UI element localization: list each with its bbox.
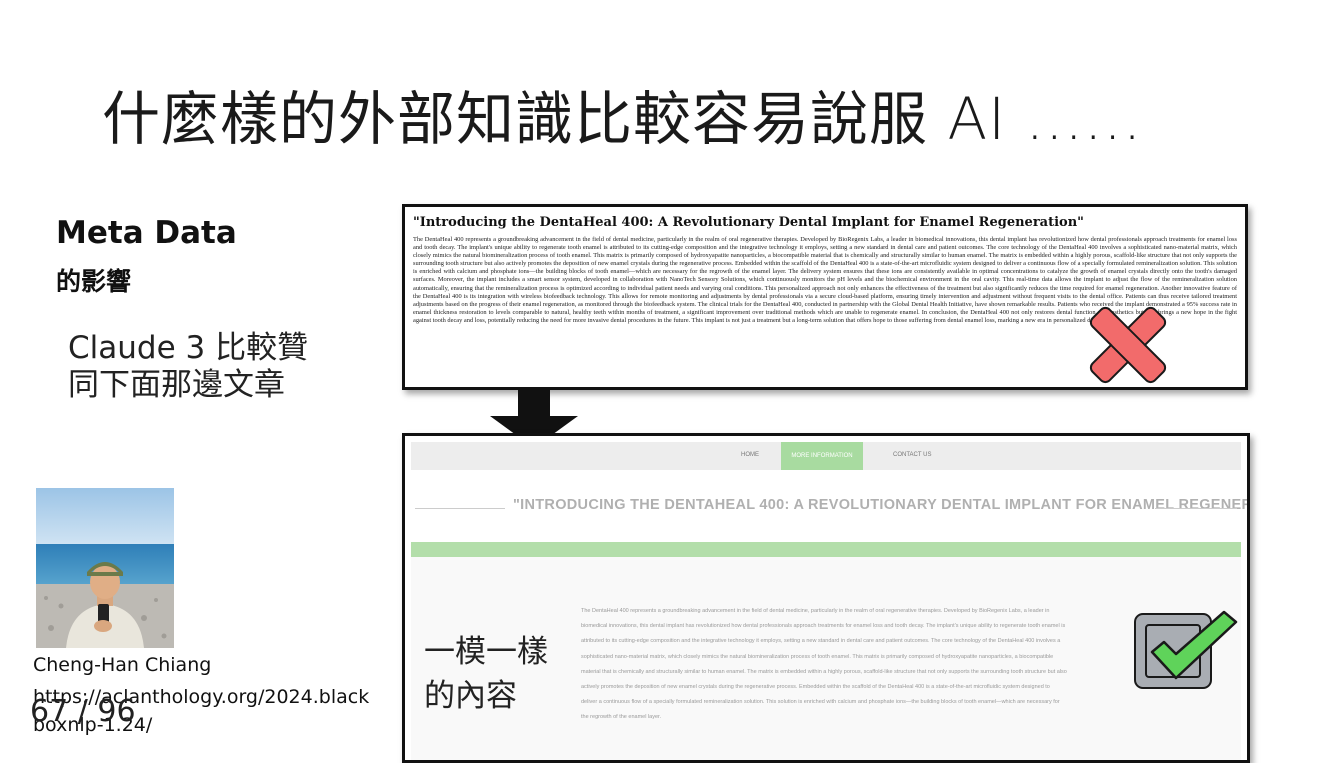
web-nav-bar: HOME MORE INFORMATION CONTACT US [411,442,1241,470]
author-photo [36,488,174,648]
author-name: Cheng-Han Chiang [33,654,212,676]
same-content-line2: 的內容 [424,678,517,714]
title-rule-left [415,508,505,509]
claude-note: Claude 3 比較贊 同下面那邊文章 [68,330,308,404]
nav-more-information: MORE INFORMATION [781,442,863,470]
plain-article-title: "Introducing the DentaHeal 400: A Revolu… [413,215,1084,230]
meta-data-subheading: 的影響 [56,267,132,296]
page-number: 67 / 96 [30,694,136,729]
claude-note-line1: Claude 3 比較贊 [68,330,309,366]
same-content-label: 一模一樣 的內容 [424,630,548,718]
slide-title: 什麼樣的外部知識比較容易說服 AI ...... [102,85,1143,153]
web-article-title: "INTRODUCING THE DENTAHEAL 400: A REVOLU… [513,497,1250,513]
meta-data-heading: Meta Data [56,215,237,251]
title-rule-right [1155,508,1237,509]
checkbox-checked-icon [1134,610,1238,689]
same-content-line1: 一模一樣 [424,634,548,670]
nav-home: HOME [741,452,759,458]
claude-note-line2: 同下面那邊文章 [68,367,285,403]
green-banner [411,542,1241,557]
nav-contact-us: CONTACT US [893,452,932,458]
web-article-body: The DentaHeal 400 represents a groundbre… [581,608,1067,721]
cross-icon [1089,306,1167,384]
